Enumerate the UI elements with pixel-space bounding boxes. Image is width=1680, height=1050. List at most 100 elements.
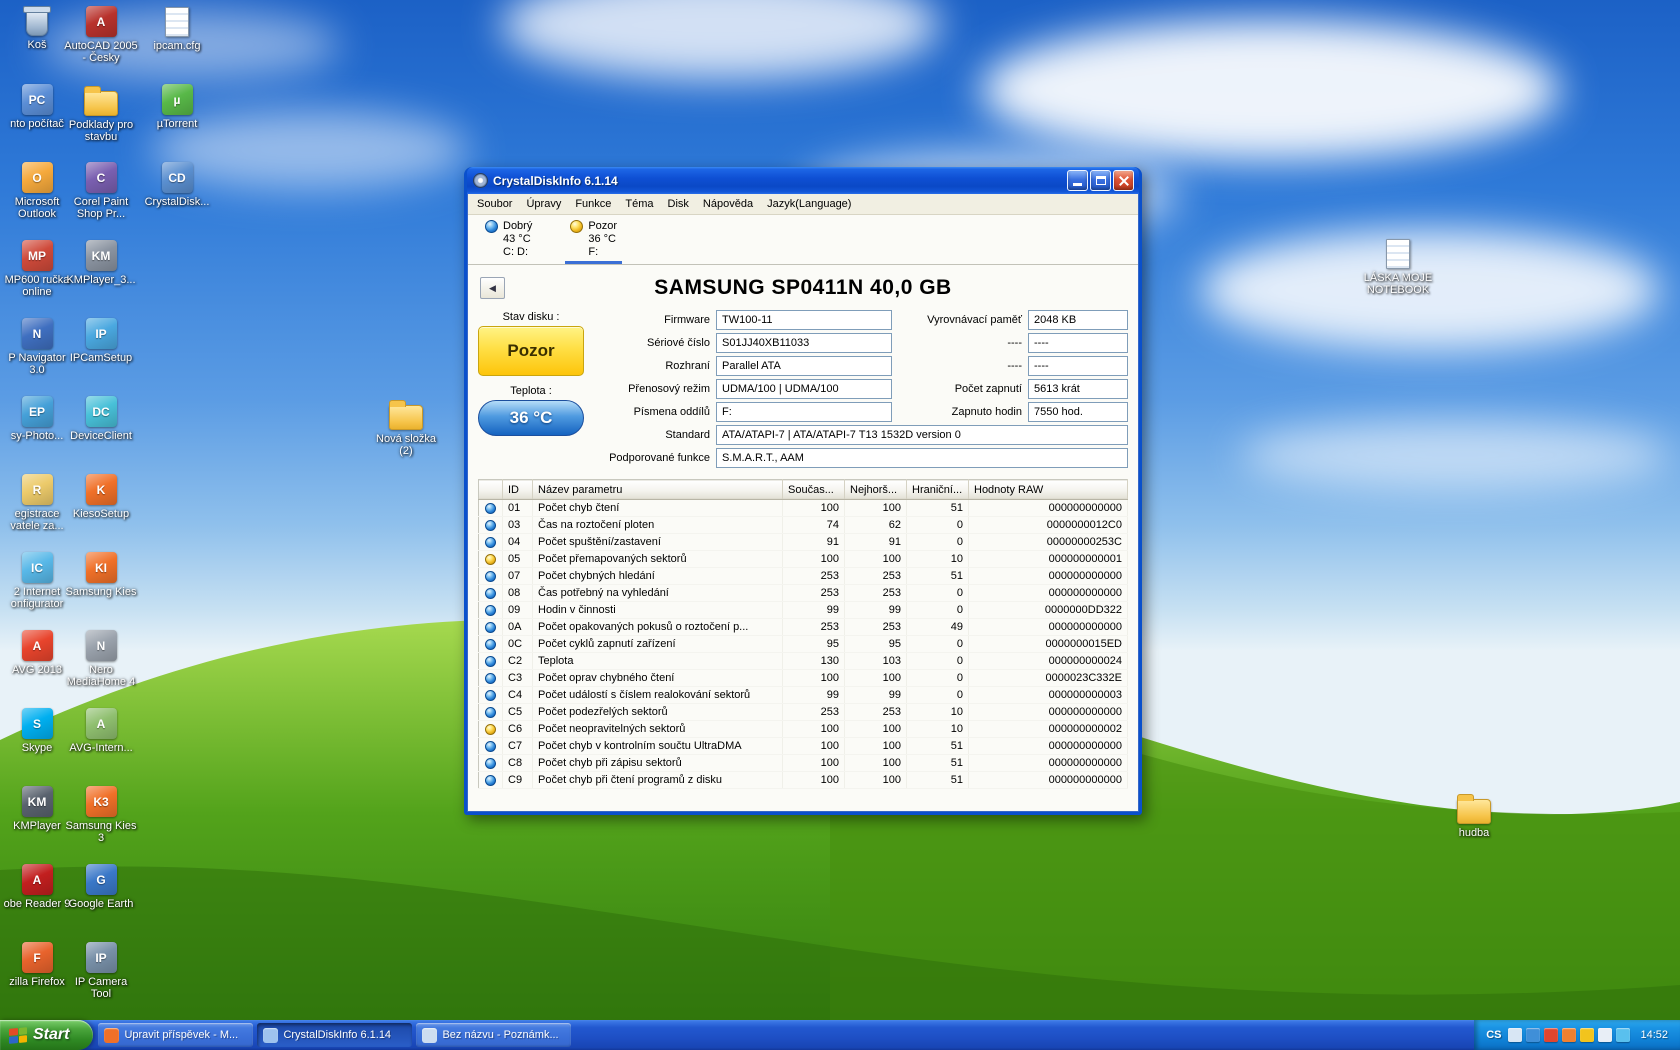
smart-attribute-row[interactable]: 03 Čas na roztočení ploten 74 62 0 00000… — [479, 517, 1128, 534]
desktop-icon[interactable]: O Microsoft Outlook — [0, 162, 74, 232]
smart-attribute-row[interactable]: 0A Počet opakovaných pokusů o roztočení … — [479, 619, 1128, 636]
desktop-icon[interactable]: G Google Earth — [64, 864, 138, 934]
previous-disk-button[interactable]: ◀ — [480, 277, 505, 299]
menu-item[interactable]: Úpravy — [519, 195, 568, 213]
smart-attribute-row[interactable]: C8 Počet chyb při zápisu sektorů 100 100… — [479, 755, 1128, 772]
taskbar-task-crystaldiskinfo[interactable]: CrystalDiskInfo 6.1.14 — [257, 1023, 412, 1047]
threshold-column-header[interactable]: Hraniční... — [907, 480, 969, 500]
drive-tab[interactable]: Pozor 36 °C F: — [565, 220, 622, 264]
smart-attribute-row[interactable]: 09 Hodin v činnosti 99 99 0 0000000DD322 — [479, 602, 1128, 619]
smart-attribute-row[interactable]: C7 Počet chyb v kontrolním součtu UltraD… — [479, 738, 1128, 755]
volume-icon[interactable] — [1598, 1028, 1612, 1042]
desktop-icon[interactable]: A AutoCAD 2005 - Česky — [64, 6, 138, 76]
desktop-icon[interactable]: A AVG-Intern... — [64, 708, 138, 778]
close-button[interactable] — [1113, 170, 1134, 191]
keyboard-layout-icon[interactable] — [1508, 1028, 1522, 1042]
smart-attribute-row[interactable]: 0C Počet cyklů zapnutí zařízení 95 95 0 … — [479, 636, 1128, 653]
window-titlebar[interactable]: CrystalDiskInfo 6.1.14 — [467, 167, 1139, 194]
language-indicator[interactable]: CS — [1486, 1029, 1501, 1041]
smart-attribute-row[interactable]: 04 Počet spuštění/zastavení 91 91 0 0000… — [479, 534, 1128, 551]
desktop-icon[interactable]: CD CrystalDisk... — [140, 162, 214, 232]
desktop-icon[interactable]: KI Samsung Kies — [64, 552, 138, 622]
desktop-icon[interactable]: A AVG 2013 — [0, 630, 74, 700]
desktop-icon-nova-slozka[interactable]: Nová složka (2) — [366, 398, 446, 468]
smart-attribute-row[interactable]: C6 Počet neopravitelných sektorů 100 100… — [479, 721, 1128, 738]
id-column-header[interactable]: ID — [503, 480, 533, 500]
worst-column-header[interactable]: Nejhorš... — [845, 480, 907, 500]
menu-item[interactable]: Nápověda — [696, 195, 760, 213]
field-value-box[interactable]: ---- — [1028, 333, 1128, 353]
desktop-icon[interactable]: K3 Samsung Kies 3 — [64, 786, 138, 856]
name-column-header[interactable]: Název parametru — [533, 480, 783, 500]
menu-item[interactable]: Téma — [618, 195, 660, 213]
desktop-icon[interactable]: ipcam.cfg — [140, 6, 214, 76]
desktop-icon[interactable]: KM KMPlayer — [0, 786, 74, 856]
clock[interactable]: 14:52 — [1640, 1029, 1668, 1041]
field-value-box[interactable]: UDMA/100 | UDMA/100 — [716, 379, 892, 399]
network-icon[interactable] — [1616, 1028, 1630, 1042]
smart-attribute-row[interactable]: C5 Počet podezřelých sektorů 253 253 10 … — [479, 704, 1128, 721]
update-shield-icon[interactable] — [1580, 1028, 1594, 1042]
field-value-box[interactable]: S.M.A.R.T., AAM — [716, 448, 1128, 468]
health-status-button[interactable]: Pozor — [478, 326, 584, 376]
desktop-icon[interactable]: IC 2 Internet onfigurator — [0, 552, 74, 622]
desktop-icon[interactable]: Podklady pro stavbu — [64, 84, 138, 154]
field-value-box[interactable]: 5613 krát — [1028, 379, 1128, 399]
desktop-icon-hudba[interactable]: hudba — [1434, 792, 1514, 862]
maximize-button[interactable] — [1090, 170, 1111, 191]
attribute-threshold: 51 — [907, 738, 969, 755]
kies-tray-icon[interactable] — [1562, 1028, 1576, 1042]
field-value-box[interactable]: S01JJ40XB11033 — [716, 333, 892, 353]
smart-attribute-row[interactable]: 01 Počet chyb čtení 100 100 51 000000000… — [479, 500, 1128, 517]
menu-item[interactable]: Jazyk(Language) — [760, 195, 858, 213]
desktop-icon[interactable]: N P Navigator 3.0 — [0, 318, 74, 388]
attribute-status-icon — [485, 622, 496, 633]
desktop-icon[interactable]: A obe Reader 9 — [0, 864, 74, 934]
field-value-box[interactable]: TW100-11 — [716, 310, 892, 330]
taskbar-task-notepad[interactable]: Bez názvu - Poznámk... — [416, 1023, 571, 1047]
display-settings-icon[interactable] — [1526, 1028, 1540, 1042]
desktop-icon[interactable]: KM KMPlayer_3... — [64, 240, 138, 310]
smart-attribute-row[interactable]: C2 Teplota 130 103 0 000000000024 — [479, 653, 1128, 670]
desktop-icon[interactable]: N Nero MediaHome 4 — [64, 630, 138, 700]
menu-item[interactable]: Disk — [661, 195, 696, 213]
start-button[interactable]: Start — [0, 1020, 93, 1050]
field-value-box[interactable]: ---- — [1028, 356, 1128, 376]
smart-attribute-row[interactable]: C4 Počet událostí s číslem realokování s… — [479, 687, 1128, 704]
field-value-box[interactable]: 2048 KB — [1028, 310, 1128, 330]
field-value-box[interactable]: Parallel ATA — [716, 356, 892, 376]
smart-attribute-row[interactable]: C3 Počet oprav chybného čtení 100 100 0 … — [479, 670, 1128, 687]
desktop-icon[interactable]: R egistrace vatele za... — [0, 474, 74, 544]
field-value-box[interactable]: 7550 hod. — [1028, 402, 1128, 422]
desktop-icon[interactable]: F zilla Firefox — [0, 942, 74, 1012]
status-column-header[interactable] — [479, 480, 503, 500]
desktop-icon[interactable]: S Skype — [0, 708, 74, 778]
smart-attribute-row[interactable]: 07 Počet chybných hledání 253 253 51 000… — [479, 568, 1128, 585]
avg-icon[interactable] — [1544, 1028, 1558, 1042]
temperature-button[interactable]: 36 °C — [478, 400, 584, 436]
desktop-icon-label: Samsung Kies 3 — [64, 820, 138, 844]
desktop-icon[interactable]: Koš — [0, 6, 74, 76]
minimize-button[interactable] — [1067, 170, 1088, 191]
smart-attribute-row[interactable]: 05 Počet přemapovaných sektorů 100 100 1… — [479, 551, 1128, 568]
menu-item[interactable]: Soubor — [470, 195, 519, 213]
desktop-icon[interactable]: IP IP Camera Tool — [64, 942, 138, 1012]
field-value-box[interactable]: F: — [716, 402, 892, 422]
field-value-box[interactable]: ATA/ATAPI-7 | ATA/ATAPI-7 T13 1532D vers… — [716, 425, 1128, 445]
desktop-icon[interactable]: K KiesoSetup — [64, 474, 138, 544]
desktop-icon[interactable]: IP IPCamSetup — [64, 318, 138, 388]
raw-column-header[interactable]: Hodnoty RAW — [969, 480, 1128, 500]
taskbar-task-firefox[interactable]: Upravit příspěvek - M... — [98, 1023, 253, 1047]
desktop-icon[interactable]: C Corel Paint Shop Pr... — [64, 162, 138, 232]
desktop-icon[interactable]: EP sy-Photo... — [0, 396, 74, 466]
desktop-icon[interactable]: PC nto počítač — [0, 84, 74, 154]
smart-attribute-row[interactable]: 08 Čas potřebný na vyhledání 253 253 0 0… — [479, 585, 1128, 602]
drive-tab[interactable]: Dobrý 43 °C C: D: — [480, 220, 537, 264]
smart-attribute-row[interactable]: C9 Počet chyb při čtení programů z disku… — [479, 772, 1128, 789]
desktop-icon-laska-notebook[interactable]: LÁSKA MOJE NOTEBOOK — [1358, 238, 1438, 308]
desktop-icon[interactable]: µ µTorrent — [140, 84, 214, 154]
menu-item[interactable]: Funkce — [568, 195, 618, 213]
desktop-icon[interactable]: DC DeviceClient — [64, 396, 138, 466]
desktop-icon[interactable]: MP MP600 ručka online — [0, 240, 74, 310]
current-column-header[interactable]: Součas... — [783, 480, 845, 500]
